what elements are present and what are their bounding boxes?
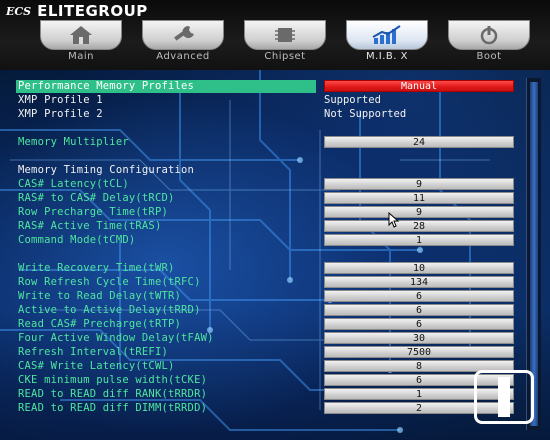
row-xmp2: XMP Profile 2 Not Supported [18, 108, 518, 121]
brand-logo: ECS ELITEGROUP [6, 2, 148, 20]
tab-label-advanced: Advanced [156, 51, 210, 62]
tab-mibx[interactable]: M.I.B. X [346, 20, 428, 66]
tab-chipset[interactable]: Chipset [244, 20, 326, 66]
settings-list: Performance Memory Profiles Manual XMP P… [0, 78, 520, 440]
timing-value[interactable]: 1 [324, 234, 514, 246]
mouse-cursor-icon [388, 212, 400, 228]
timing-row[interactable]: CAS# Latency(tCL) 9 [18, 178, 518, 191]
watermark-logo [474, 370, 534, 424]
xmp2-label: XMP Profile 2 [18, 108, 103, 120]
advanced-timing-value[interactable]: 10 [324, 262, 514, 274]
advanced-timing-value[interactable]: 134 [324, 276, 514, 288]
advanced-timing-row[interactable]: Active to Active Delay(tRRD) 6 [18, 304, 518, 317]
advanced-timing-label: Row Refresh Cycle Time(tRFC) [18, 276, 201, 288]
house-icon [40, 23, 122, 47]
graph-icon [346, 23, 428, 47]
advanced-timing-label: Active to Active Delay(tRRD) [18, 304, 201, 316]
tab-label-mibx: M.I.B. X [365, 51, 408, 62]
advanced-timing-label: Write Recovery Time(tWR) [18, 262, 175, 274]
timing-value[interactable]: 11 [324, 192, 514, 204]
timing-label: Row Precharge Time(tRP) [18, 206, 168, 218]
timing-value[interactable]: 28 [324, 220, 514, 232]
advanced-timing-value[interactable]: 6 [324, 318, 514, 330]
timing-value[interactable]: 9 [324, 178, 514, 190]
timing-label: Command Mode(tCMD) [18, 234, 136, 246]
advanced-timing-label: Read CAS# Precharge(tRTP) [18, 318, 182, 330]
advanced-timing-label: CKE minimum pulse width(tCKE) [18, 374, 208, 386]
xmp1-label: XMP Profile 1 [18, 94, 103, 106]
advanced-timing-row[interactable]: CKE minimum pulse width(tCKE) 6 [18, 374, 518, 387]
advanced-timing-label: CAS# Write Latency(tCWL) [18, 360, 175, 372]
timing-label: RAS# Active Time(tRAS) [18, 220, 162, 232]
advanced-timing-row[interactable]: Row Refresh Cycle Time(tRFC) 134 [18, 276, 518, 289]
row-timing-header: Memory Timing Configuration [18, 164, 518, 177]
bios-screen: ECS ELITEGROUP Main Advanced Chipset M.I… [0, 0, 550, 440]
tab-advanced[interactable]: Advanced [142, 20, 224, 66]
tab-boot[interactable]: Boot [448, 20, 530, 66]
row-multiplier[interactable]: Memory Multiplier 24 [18, 136, 518, 149]
brand-mark: ECS [6, 4, 32, 18]
multiplier-value[interactable]: 24 [324, 136, 514, 148]
perf-profiles-label: Performance Memory Profiles [16, 80, 316, 93]
advanced-timing-label: Refresh Interval(tREFI) [18, 346, 168, 358]
row-xmp1: XMP Profile 1 Supported [18, 94, 518, 107]
chip-icon [244, 23, 326, 47]
advanced-timing-label: Write to Read Delay(tWTR) [18, 290, 182, 302]
multiplier-label: Memory Multiplier [18, 136, 129, 148]
watermark-bar [498, 377, 510, 417]
timing-label: CAS# Latency(tCL) [18, 178, 129, 190]
timing-row[interactable]: Command Mode(tCMD) 1 [18, 234, 518, 247]
tab-label-main: Main [68, 51, 94, 62]
tab-label-boot: Boot [476, 51, 502, 62]
xmp1-value: Supported [324, 94, 381, 106]
advanced-timing-label: READ to READ diff DIMM(tRRDD) [18, 402, 208, 414]
perf-profiles-value[interactable]: Manual [324, 80, 514, 92]
timing-row[interactable]: Row Precharge Time(tRP) 9 [18, 206, 518, 219]
xmp2-value: Not Supported [324, 108, 407, 120]
advanced-timing-row[interactable]: Write Recovery Time(tWR) 10 [18, 262, 518, 275]
advanced-timing-label: Four Active Window Delay(tFAW) [18, 332, 214, 344]
advanced-timing-row[interactable]: READ to READ diff RANK(tRRDR) 1 [18, 388, 518, 401]
timing-row[interactable]: RAS# to CAS# Delay(tRCD) 11 [18, 192, 518, 205]
tab-label-chipset: Chipset [264, 51, 306, 62]
advanced-timing-row[interactable]: Four Active Window Delay(tFAW) 30 [18, 332, 518, 345]
advanced-timing-value[interactable]: 30 [324, 332, 514, 344]
timing-row[interactable]: RAS# Active Time(tRAS) 28 [18, 220, 518, 233]
timing-section-header: Memory Timing Configuration [18, 164, 195, 176]
advanced-timing-value[interactable]: 7500 [324, 346, 514, 358]
advanced-timing-row[interactable]: Refresh Interval(tREFI) 7500 [18, 346, 518, 359]
power-icon [448, 23, 530, 47]
advanced-timing-value[interactable]: 6 [324, 290, 514, 302]
advanced-timing-value[interactable]: 6 [324, 304, 514, 316]
tab-bar: Main Advanced Chipset M.I.B. X Boot [40, 20, 540, 68]
advanced-timing-row[interactable]: Read CAS# Precharge(tRTP) 6 [18, 318, 518, 331]
advanced-timing-row[interactable]: CAS# Write Latency(tCWL) 8 [18, 360, 518, 373]
bios-header: ECS ELITEGROUP Main Advanced Chipset M.I… [0, 0, 550, 70]
brand-name: ELITEGROUP [37, 2, 148, 20]
timing-label: RAS# to CAS# Delay(tRCD) [18, 192, 175, 204]
advanced-timing-label: READ to READ diff RANK(tRRDR) [18, 388, 208, 400]
wrench-icon [142, 23, 224, 47]
tab-main[interactable]: Main [40, 20, 122, 66]
advanced-timing-row[interactable]: READ to READ diff DIMM(tRRDD) 2 [18, 402, 518, 415]
timing-value[interactable]: 9 [324, 206, 514, 218]
row-perf-profiles[interactable]: Performance Memory Profiles Manual [16, 80, 518, 93]
advanced-timing-row[interactable]: Write to Read Delay(tWTR) 6 [18, 290, 518, 303]
